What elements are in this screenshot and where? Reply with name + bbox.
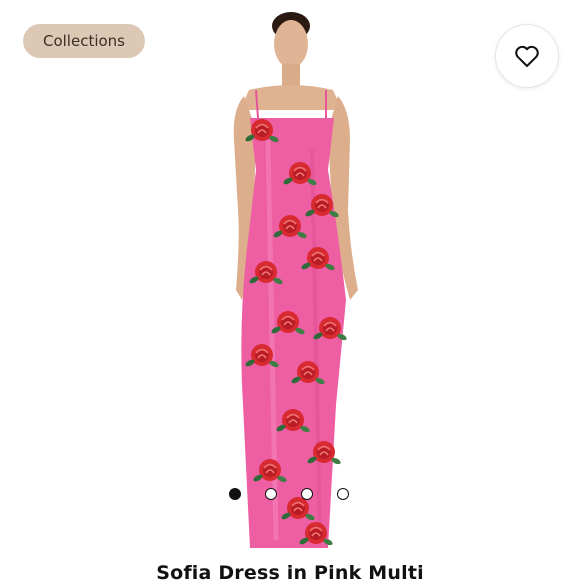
pagination-dot-2[interactable] xyxy=(265,488,277,500)
pagination-dot-3[interactable] xyxy=(301,488,313,500)
product-title: Sofia Dress in Pink Multi xyxy=(156,562,424,584)
pagination-dot-1[interactable] xyxy=(229,488,241,500)
product-image[interactable] xyxy=(0,0,580,560)
heart-outline-icon xyxy=(515,45,539,67)
collections-button[interactable]: Collections xyxy=(23,24,145,58)
image-pagination xyxy=(229,488,349,502)
favorite-button[interactable] xyxy=(495,24,559,88)
collections-label: Collections xyxy=(42,32,125,50)
pagination-dot-4[interactable] xyxy=(337,488,349,500)
